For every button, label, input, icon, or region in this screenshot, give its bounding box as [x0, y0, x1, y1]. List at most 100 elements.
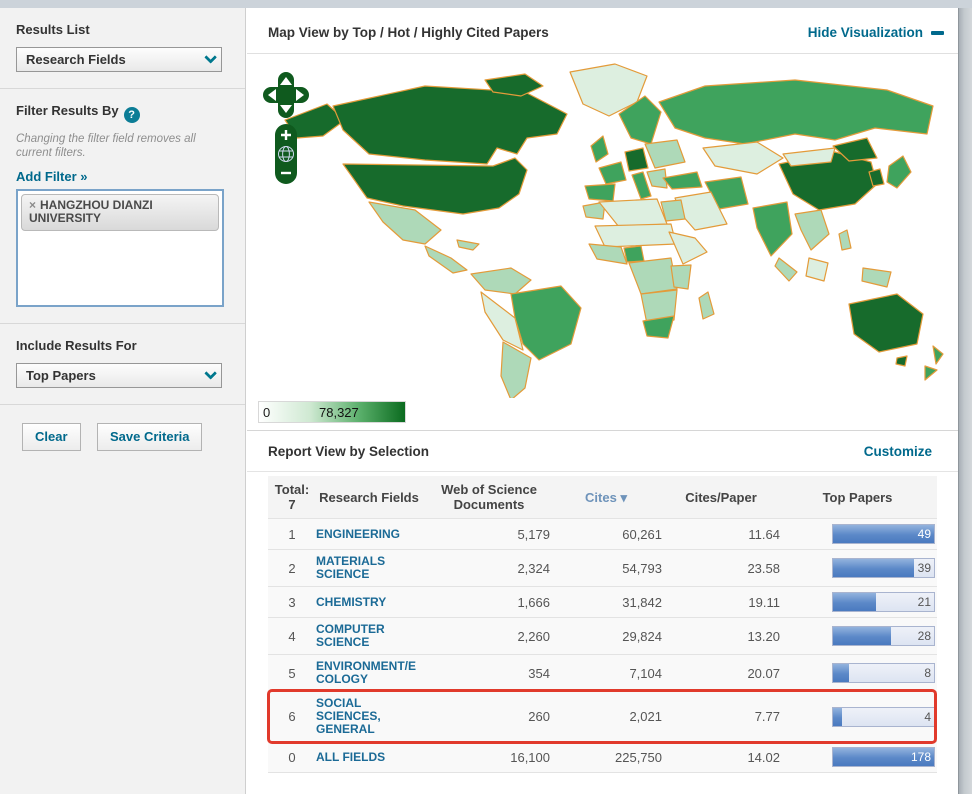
- cites-per-paper-cell: 11.64: [662, 527, 780, 542]
- total-header: Total: 7: [268, 482, 316, 512]
- documents-cell: 1,666: [428, 595, 550, 610]
- clear-button[interactable]: Clear: [22, 423, 81, 451]
- chevron-down-icon: [204, 367, 217, 380]
- top-papers-bar-fill: [833, 664, 849, 682]
- cites-header-label: Cites: [585, 490, 617, 505]
- column-header-wos-documents[interactable]: Web of Science Documents: [428, 482, 550, 512]
- map-region-canada: [333, 86, 567, 164]
- top-papers-bar[interactable]: 8: [832, 663, 935, 683]
- map-color-legend: 0 78,327: [258, 401, 406, 423]
- map-view-header: Map View by Top / Hot / Highly Cited Pap…: [247, 8, 958, 54]
- top-papers-bar[interactable]: 49: [832, 524, 935, 544]
- total-label: Total:: [268, 482, 316, 497]
- pan-control: [263, 72, 309, 118]
- top-papers-cell: 8: [780, 663, 937, 683]
- map-visualization: 0 78,327: [247, 54, 958, 430]
- top-papers-cell: 178: [780, 747, 937, 767]
- hide-visualization-label: Hide Visualization: [808, 25, 923, 40]
- rank-cell: 6: [268, 709, 316, 724]
- cites-cell: 2,021: [550, 709, 662, 724]
- cites-per-paper-cell: 19.11: [662, 595, 780, 610]
- table-header-row: Total: 7 Research Fields Web of Science …: [268, 476, 937, 518]
- map-region-japan: [887, 156, 911, 188]
- cites-per-paper-cell: 20.07: [662, 666, 780, 681]
- right-scroll-strip[interactable]: [958, 8, 972, 794]
- top-papers-bar-value: 8: [924, 666, 931, 680]
- zoom-control: [275, 124, 297, 184]
- top-papers-bar-fill: [833, 593, 876, 611]
- cites-cell: 31,842: [550, 595, 662, 610]
- rank-cell: 5: [268, 666, 316, 681]
- top-papers-bar[interactable]: 21: [832, 592, 935, 612]
- minus-icon: [931, 31, 944, 35]
- results-list-heading: Results List: [16, 22, 229, 37]
- map-region-madagascar: [699, 292, 714, 319]
- top-papers-bar[interactable]: 178: [832, 747, 935, 767]
- top-papers-bar-value: 39: [918, 561, 931, 575]
- filter-heading-label: Filter Results By: [16, 103, 119, 118]
- cites-cell: 7,104: [550, 666, 662, 681]
- top-papers-bar[interactable]: 4: [832, 707, 935, 727]
- top-papers-bar-value: 49: [918, 527, 931, 541]
- map-region-nigeria: [624, 246, 644, 262]
- map-region-new-guinea: [862, 268, 891, 287]
- results-list-select[interactable]: Research Fields: [16, 47, 222, 72]
- cites-cell: 29,824: [550, 629, 662, 644]
- map-region-arctic-islands: [485, 74, 543, 96]
- include-results-selected-value: Top Papers: [26, 368, 96, 383]
- map-region-australia: [849, 294, 923, 352]
- top-papers-cell: 39: [780, 558, 937, 578]
- top-papers-bar[interactable]: 39: [832, 558, 935, 578]
- map-region-argentina: [501, 342, 531, 398]
- table-row: 6 SOCIAL SCIENCES, GENERAL 260 2,021 7.7…: [268, 691, 937, 741]
- report-view-title: Report View by Selection: [268, 444, 429, 459]
- legend-max-value: 78,327: [319, 405, 359, 420]
- hide-visualization-link[interactable]: Hide Visualization: [808, 25, 944, 40]
- table-row: 3 CHEMISTRY 1,666 31,842 19.11 21: [268, 586, 937, 617]
- column-header-research-fields[interactable]: Research Fields: [316, 490, 428, 505]
- top-papers-cell: 49: [780, 524, 937, 544]
- column-header-cites[interactable]: Cites ▾: [550, 490, 662, 505]
- sidebar-buttons: Clear Save Criteria: [0, 405, 245, 451]
- top-papers-bar[interactable]: 28: [832, 626, 935, 646]
- research-field-link[interactable]: ENGINEERING: [316, 527, 400, 541]
- research-field-link[interactable]: ENVIRONMENT/ECOLOGY: [316, 659, 416, 686]
- map-region-sumatra: [775, 258, 797, 281]
- research-field-link[interactable]: COMPUTER SCIENCE: [316, 622, 385, 649]
- research-field-link[interactable]: SOCIAL SCIENCES, GENERAL: [316, 696, 381, 736]
- save-criteria-button[interactable]: Save Criteria: [97, 423, 203, 451]
- cites-per-paper-cell: 14.02: [662, 750, 780, 765]
- research-field-link[interactable]: MATERIALS SCIENCE: [316, 554, 385, 581]
- filter-heading: Filter Results By?: [16, 103, 229, 123]
- cites-per-paper-cell: 7.77: [662, 709, 780, 724]
- documents-cell: 2,324: [428, 561, 550, 576]
- map-region-north-south-america: [471, 268, 531, 294]
- documents-cell: 2,260: [428, 629, 550, 644]
- map-region-spain: [585, 184, 615, 201]
- column-header-cites-per-paper[interactable]: Cites/Paper: [662, 490, 780, 505]
- table-row: 4 COMPUTER SCIENCE 2,260 29,824 13.20 28: [268, 617, 937, 654]
- help-icon[interactable]: ?: [124, 107, 140, 123]
- map-region-usa: [343, 158, 527, 214]
- customize-link[interactable]: Customize: [864, 444, 932, 459]
- cites-cell: 225,750: [550, 750, 662, 765]
- include-results-heading: Include Results For: [16, 338, 229, 353]
- map-region-central-asia: [703, 142, 783, 174]
- filter-note: Changing the filter field removes all cu…: [16, 132, 229, 160]
- world-map[interactable]: [275, 58, 950, 398]
- rank-cell: 2: [268, 561, 316, 576]
- filter-section: Filter Results By? Changing the filter f…: [0, 89, 245, 324]
- table-row: 5 ENVIRONMENT/ECOLOGY 354 7,104 20.07 8: [268, 654, 937, 691]
- filter-chip[interactable]: ×HANGZHOU DIANZI UNIVERSITY: [21, 194, 219, 231]
- map-controls: [263, 72, 309, 189]
- map-region-uk: [591, 136, 608, 162]
- sidebar: Results List Research Fields Filter Resu…: [0, 8, 246, 794]
- filter-chip-label: HANGZHOU DIANZI UNIVERSITY: [29, 198, 153, 225]
- cites-cell: 60,261: [550, 527, 662, 542]
- column-header-top-papers[interactable]: Top Papers: [780, 490, 937, 505]
- remove-filter-icon[interactable]: ×: [29, 198, 36, 212]
- research-field-link[interactable]: ALL FIELDS: [316, 750, 385, 764]
- research-field-link[interactable]: CHEMISTRY: [316, 595, 386, 609]
- include-results-select[interactable]: Top Papers: [16, 363, 222, 388]
- add-filter-link[interactable]: Add Filter »: [16, 169, 88, 184]
